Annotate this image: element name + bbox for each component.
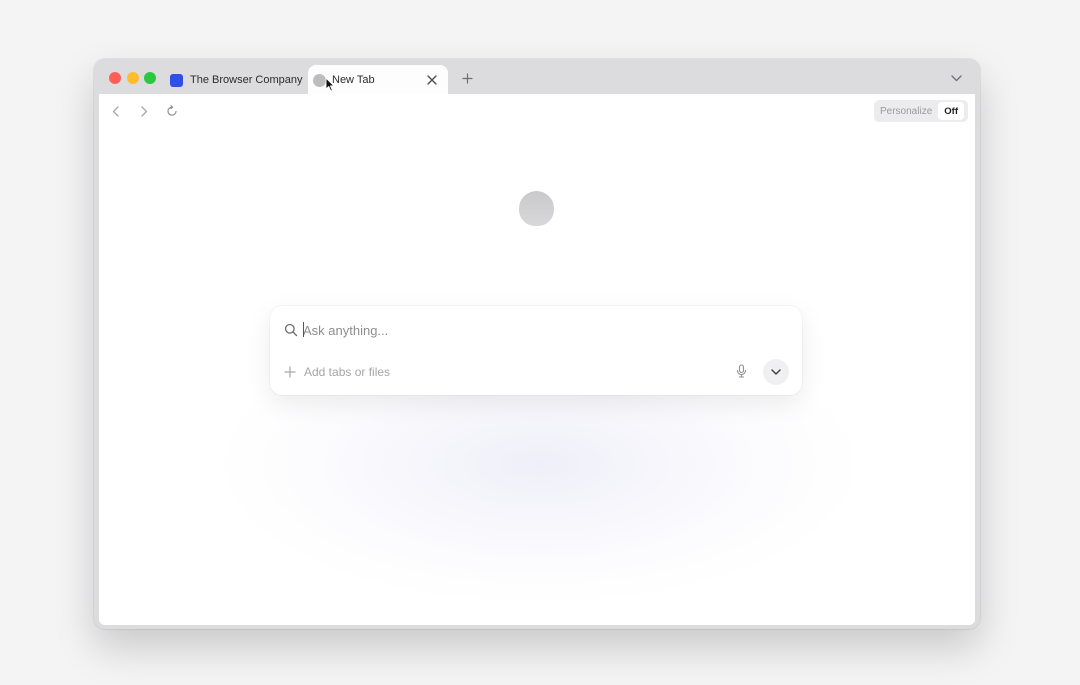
reload-button[interactable] xyxy=(164,103,180,119)
window-close-button[interactable] xyxy=(109,72,121,84)
search-icon xyxy=(284,323,298,337)
add-tabs-or-files-button[interactable]: Add tabs or files xyxy=(284,364,390,380)
personalize-toggle[interactable]: Off xyxy=(938,102,964,120)
tab-label: New Tab xyxy=(332,74,375,86)
text-caret xyxy=(303,322,304,337)
reload-icon xyxy=(167,105,177,116)
chevron-left-icon xyxy=(112,105,119,117)
assistant-logo xyxy=(519,191,554,226)
page-content: Personalize Off Add tabs or files xyxy=(99,94,975,625)
forward-button[interactable] xyxy=(136,103,152,119)
close-icon xyxy=(427,75,437,85)
personalize-control[interactable]: Personalize Off xyxy=(874,100,968,122)
chevron-down-icon xyxy=(771,369,781,375)
window-minimize-button[interactable] xyxy=(127,72,139,84)
navigation-toolbar: Personalize Off xyxy=(99,94,975,128)
chevron-right-icon xyxy=(140,105,147,117)
plus-icon xyxy=(284,366,296,378)
tab-label: The Browser Company xyxy=(190,74,303,86)
new-tab-button[interactable] xyxy=(459,70,475,86)
tab-bar: The Browser Company New Tab xyxy=(94,59,980,95)
browser-window: The Browser Company New Tab Personalize … xyxy=(94,59,980,629)
back-button[interactable] xyxy=(107,103,123,119)
chevron-down-icon xyxy=(950,74,962,81)
tab-the-browser-company[interactable]: The Browser Company xyxy=(164,65,304,95)
ask-input[interactable] xyxy=(303,319,743,341)
personalize-label: Personalize xyxy=(880,105,933,117)
model-menu-button[interactable] xyxy=(763,359,789,385)
plus-icon xyxy=(461,72,473,84)
close-tab-button[interactable] xyxy=(424,72,440,88)
tab-menu-button[interactable] xyxy=(948,70,964,86)
window-maximize-button[interactable] xyxy=(144,72,156,84)
ask-box: Add tabs or files xyxy=(270,306,802,395)
microphone-button[interactable] xyxy=(733,363,749,379)
add-tabs-or-files-label: Add tabs or files xyxy=(304,365,391,379)
microphone-icon xyxy=(736,364,746,378)
browser-company-icon xyxy=(170,73,183,87)
mouse-cursor-icon xyxy=(325,77,335,92)
